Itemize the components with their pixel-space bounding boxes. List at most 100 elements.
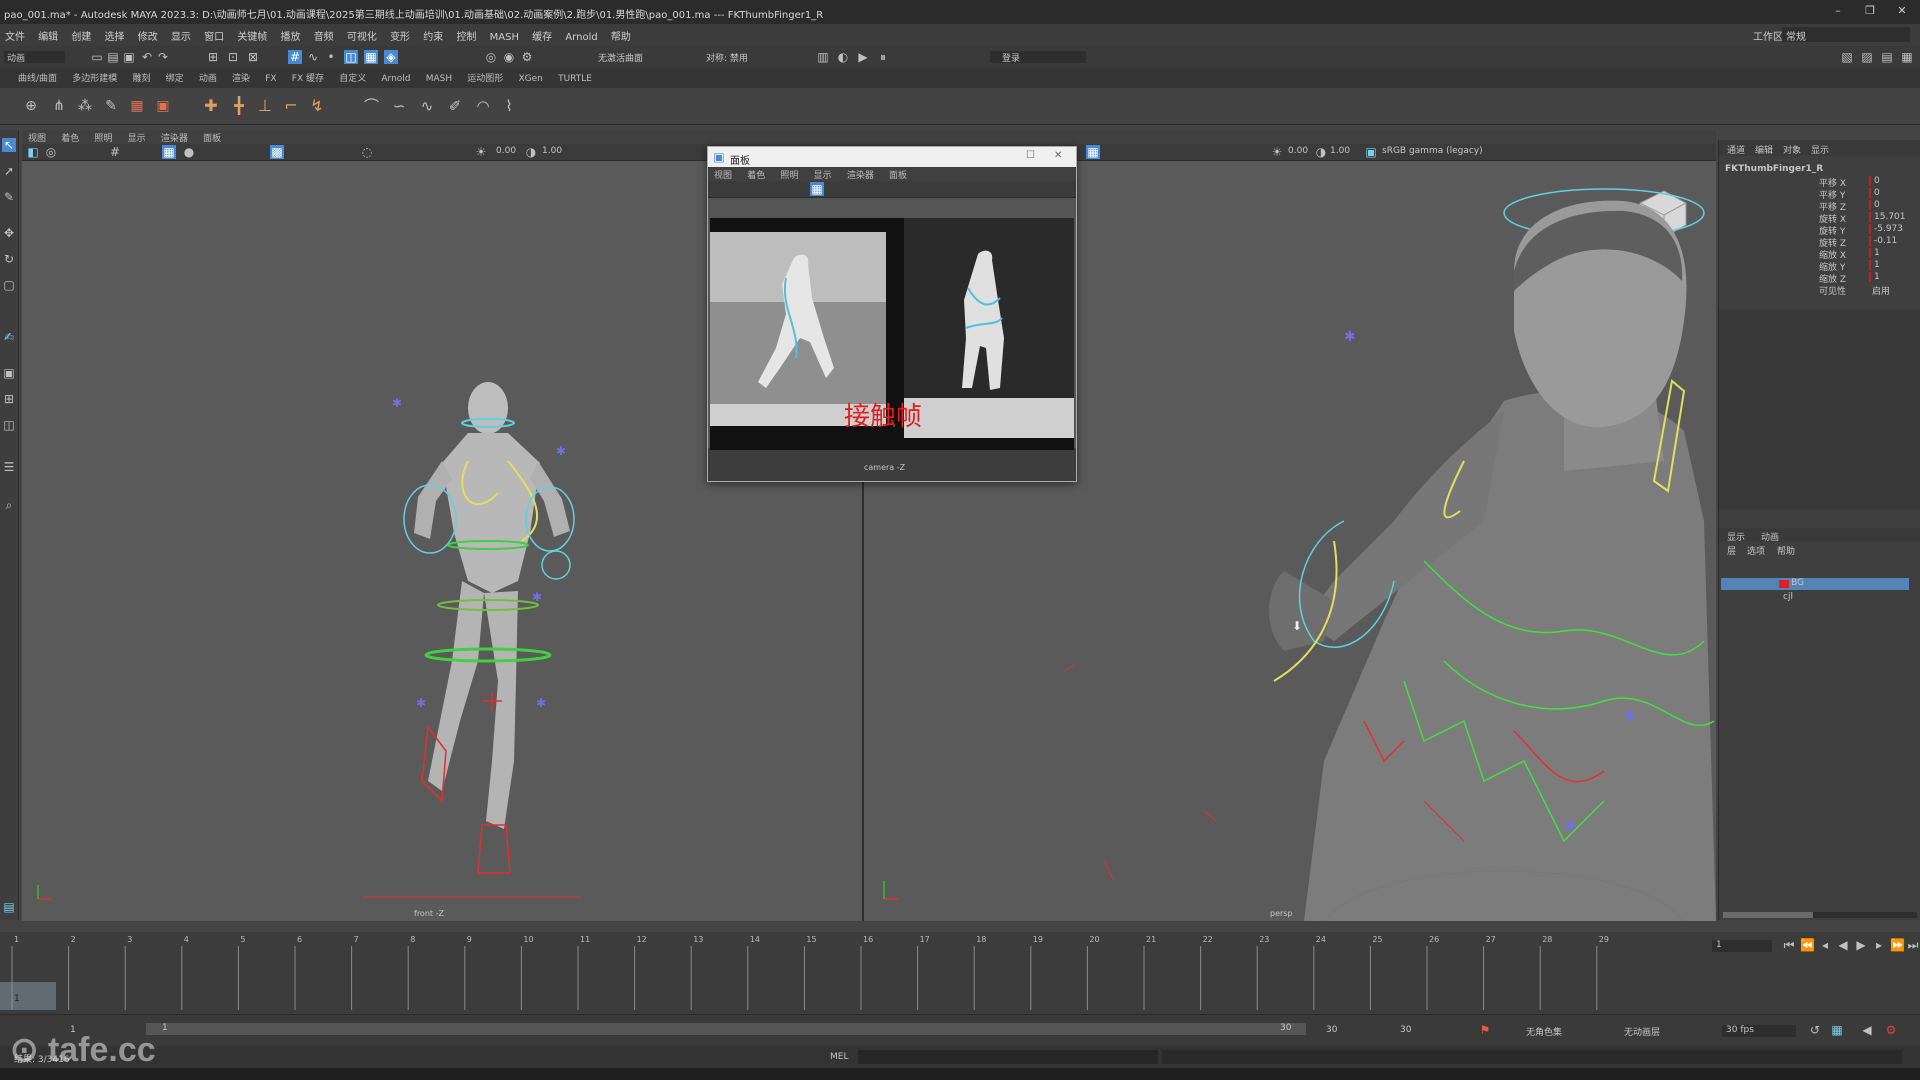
curve-bezier-icon[interactable]: ∿ <box>420 99 434 114</box>
step-back-key-icon[interactable]: ⏪ <box>1800 938 1815 952</box>
mel-label[interactable]: MEL <box>830 1052 848 1062</box>
menu-arnold[interactable]: Arnold <box>560 28 602 43</box>
new-scene-icon[interactable]: ▭ <box>90 50 104 64</box>
menu-deform[interactable]: 变形 <box>385 24 415 43</box>
cb-channel-row[interactable]: 旋转 Z -0.11 <box>1819 236 1919 249</box>
command-input[interactable] <box>858 1050 1158 1064</box>
character-controls-icon[interactable]: ▣ <box>156 99 170 113</box>
cb-channel-row[interactable]: 旋转 Y -5.973 <box>1819 224 1919 237</box>
menu-key[interactable]: 关键帧 <box>232 24 272 43</box>
curve-text-icon[interactable]: ⌇ <box>502 99 516 114</box>
layer-name[interactable]: cjl <box>1783 592 1793 602</box>
float-menu-shading[interactable]: 着色 <box>741 167 771 181</box>
login-dropdown[interactable]: 登录 <box>990 51 1086 64</box>
menu-display[interactable]: 显示 <box>166 24 196 43</box>
shelf-tab-turtle[interactable]: TURTLE <box>552 71 598 84</box>
front-gamma-value[interactable]: 1.00 <box>542 146 562 156</box>
render-icon[interactable]: ◎ <box>484 50 498 64</box>
shelf-tab-curves[interactable]: 曲线/曲面 <box>12 68 63 84</box>
persp-exposure-icon[interactable]: ☀ <box>1270 145 1284 159</box>
shelf-tab-fx[interactable]: FX <box>259 71 282 84</box>
snap-live-icon[interactable]: ◈ <box>384 50 398 64</box>
range-end-field[interactable]: 30 <box>1326 1025 1337 1035</box>
ipr-render-icon[interactable]: ◉ <box>502 50 516 64</box>
four-view-icon[interactable]: ⊞ <box>2 392 16 406</box>
front-menu-renderer[interactable]: 渲染器 <box>155 130 194 144</box>
time-slider[interactable]: 1 2 3 4 5 6 7 8 9 10 11 12 13 14 15 16 17 18 19 20 21 22 23 24 2… <box>0 932 1920 1014</box>
play-back-icon[interactable]: ◀ <box>1836 938 1850 952</box>
two-view-icon[interactable]: ◫ <box>2 418 16 432</box>
shelf-tab-arnold[interactable]: Arnold <box>375 71 416 84</box>
zoom-icon[interactable]: ⌕ <box>2 498 16 512</box>
exposure-icon[interactable]: ☀ <box>474 145 488 159</box>
auto-key-icon[interactable]: ⚑ <box>1478 1023 1492 1037</box>
select-object-icon[interactable]: ⊡ <box>226 50 240 64</box>
front-menu-show[interactable]: 显示 <box>122 130 152 144</box>
anim-layer-dropdown[interactable]: 无动画层 <box>1624 1025 1660 1038</box>
hypershade-icon[interactable]: ◐ <box>836 50 850 64</box>
float-menu-panels[interactable]: 面板 <box>883 167 913 181</box>
shelf-tab-motion[interactable]: 运动图形 <box>461 68 509 84</box>
shelf-tab-xgen[interactable]: XGen <box>513 71 549 84</box>
range-bar[interactable]: 1 30 <box>146 1023 1306 1035</box>
menu-edit[interactable]: 编辑 <box>33 24 63 43</box>
menu-playback[interactable]: 播放 <box>276 24 306 43</box>
menu-constrain[interactable]: 约束 <box>418 24 448 43</box>
snap-surface-icon[interactable]: ▦ <box>364 50 378 64</box>
menu-visualize[interactable]: 可视化 <box>342 24 382 43</box>
shelf-tab-poly[interactable]: 多边形建模 <box>66 68 123 84</box>
menu-cache[interactable]: 缓存 <box>527 24 557 43</box>
layer-scrollbar[interactable] <box>1723 912 1917 918</box>
menu-windows[interactable]: 窗口 <box>199 24 229 43</box>
open-scene-icon[interactable]: ▤ <box>106 50 120 64</box>
scale-tool-icon[interactable]: ▢ <box>2 278 16 292</box>
front-menu-shading[interactable]: 着色 <box>55 130 85 144</box>
sound-icon[interactable]: ◀ <box>1860 1023 1874 1037</box>
anim-prefs-icon[interactable]: ⚙ <box>1884 1023 1898 1037</box>
lasso-tool-icon[interactable]: ➚ <box>2 164 16 178</box>
curve-pencil-icon[interactable]: ✐ <box>448 99 462 114</box>
colorspace-value[interactable]: sRGB gamma (legacy) <box>1382 146 1483 156</box>
character-set-dropdown[interactable]: 无角色集 <box>1526 1025 1562 1038</box>
snap-point-icon[interactable]: • <box>324 50 338 64</box>
rotate-tool-icon[interactable]: ↻ <box>2 252 16 266</box>
range-end-outer-field[interactable]: 30 <box>1400 1025 1411 1035</box>
live-surface-text[interactable]: 无激活曲面 <box>598 51 643 64</box>
shelf-tab-mash[interactable]: MASH <box>420 71 458 84</box>
step-back-icon[interactable]: ◂ <box>1818 938 1832 952</box>
shelf-tab-rig[interactable]: 绑定 <box>160 68 190 84</box>
fps-dropdown[interactable]: 30 fps <box>1722 1025 1796 1037</box>
float-menu-lighting[interactable]: 照明 <box>774 167 804 181</box>
point-constraint-icon[interactable]: ╋ <box>232 98 246 114</box>
shelf-tab-render[interactable]: 渲染 <box>226 68 256 84</box>
menu-audio[interactable]: 音频 <box>309 24 339 43</box>
cb-object-name[interactable]: FKThumbFinger1_R <box>1725 164 1823 174</box>
current-frame-marker[interactable] <box>0 982 56 1010</box>
colorspace-icon[interactable]: ▣ <box>1364 145 1378 159</box>
pause-icon[interactable]: ⏸ <box>876 50 890 64</box>
camera-select-icon[interactable]: ◧ <box>26 145 40 159</box>
parent-constraint-icon[interactable]: ✚ <box>204 98 218 114</box>
attribute-editor-icon[interactable]: ▤ <box>1880 50 1894 64</box>
play-forward-icon[interactable]: ▶ <box>1854 938 1868 952</box>
layer-menu-options[interactable]: 选项 <box>1747 544 1765 557</box>
restore-button[interactable]: ❐ <box>1856 4 1884 20</box>
float-menu-renderer[interactable]: 渲染器 <box>841 167 880 181</box>
cb-channel-row[interactable]: 平移 X0 <box>1819 176 1919 189</box>
menu-file[interactable]: 文件 <box>0 24 30 43</box>
menu-control[interactable]: 控制 <box>451 24 481 43</box>
front-menu-panels[interactable]: 面板 <box>197 130 227 144</box>
channel-box-toggle-icon[interactable]: ▨ <box>1860 50 1874 64</box>
cb-channel-row[interactable]: 平移 Z0 <box>1819 200 1919 213</box>
snap-grid-icon[interactable]: # <box>288 50 302 64</box>
layer-row[interactable]: BG <box>1721 578 1909 590</box>
persp-exposure-value[interactable]: 0.00 <box>1288 146 1308 156</box>
ik-handle-icon[interactable]: ⋔ <box>52 99 66 113</box>
shelf-tab-sculpt[interactable]: 雕刻 <box>126 68 156 84</box>
float-maximize-icon[interactable]: ☐ <box>1026 150 1035 161</box>
cb-channel-row[interactable]: 可见性 启用 <box>1819 284 1919 297</box>
curve-arc-icon[interactable]: ◠ <box>476 99 490 114</box>
persp-gamma-icon[interactable]: ◑ <box>1314 145 1328 159</box>
menu-mash[interactable]: MASH <box>485 28 524 43</box>
step-forward-icon[interactable]: ▸ <box>1872 938 1886 952</box>
